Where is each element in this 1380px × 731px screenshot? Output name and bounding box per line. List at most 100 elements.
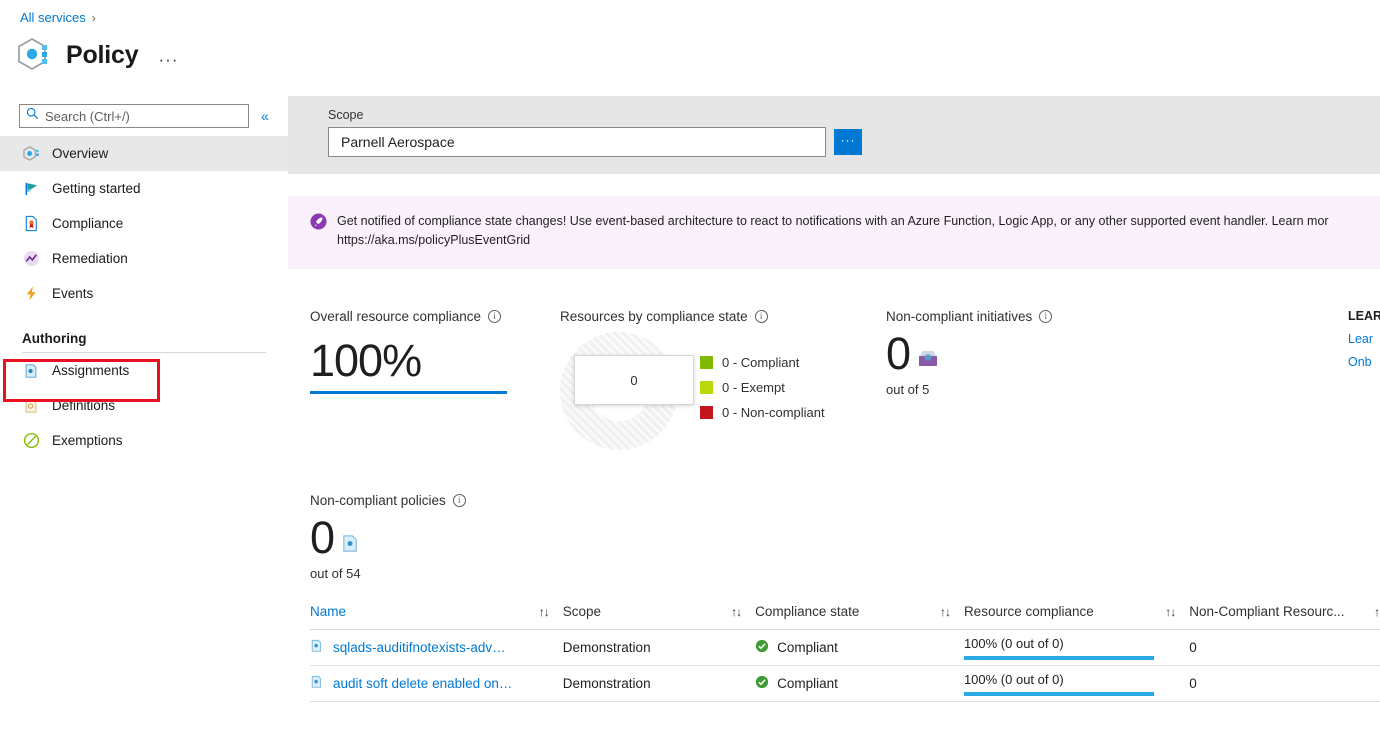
sidebar-item-label: Remediation <box>52 251 128 266</box>
tile-title: Overall resource compliance <box>310 309 482 324</box>
sort-icon[interactable]: ↑↓ <box>1374 605 1380 619</box>
exemption-icon <box>22 432 40 450</box>
sidebar-item-label: Compliance <box>52 216 124 231</box>
cell-non-compliant-resources: 0 <box>1189 629 1380 666</box>
legend-swatch-exempt <box>700 381 713 394</box>
sort-icon[interactable]: ↑↓ <box>1165 605 1189 619</box>
event-grid-notification-banner: Get notified of compliance state changes… <box>288 196 1380 269</box>
initiatives-value: 0 <box>886 328 912 379</box>
page-more-menu-button[interactable]: ··· <box>158 50 178 74</box>
column-header-compliance-state[interactable]: Compliance state ↑↓ <box>755 604 964 630</box>
sidebar-item-overview[interactable]: Overview <box>0 136 288 171</box>
state-label: Compliant <box>777 640 838 655</box>
assignment-name-link[interactable]: sqlads-auditifnotexists-advan… <box>333 640 513 655</box>
column-header-resource-compliance[interactable]: Resource compliance ↑↓ <box>963 604 1190 630</box>
sidebar-item-remediation[interactable]: Remediation <box>0 241 288 276</box>
overall-compliance-value: 100% <box>310 335 422 386</box>
definition-icon <box>22 397 40 415</box>
tile-header: Non-compliant policies i <box>310 493 570 508</box>
column-header-scope[interactable]: Scope ↑↓ <box>562 604 756 630</box>
policy-overview-icon <box>22 145 40 163</box>
tile-title: Non-compliant initiatives <box>886 309 1033 324</box>
scope-input-row: Parnell Aerospace ··· <box>328 127 1380 157</box>
sidebar-item-label: Getting started <box>52 181 141 196</box>
learn-more-panel: LEAR Lear Onb <box>1348 309 1380 369</box>
azure-policy-overview-page: All services › Policy ··· Search (Ctrl+/… <box>0 0 1380 731</box>
policy-doc-icon <box>341 534 360 558</box>
remediation-chart-icon <box>22 250 40 268</box>
info-icon[interactable]: i <box>754 310 768 323</box>
tile-non-compliant-initiatives: Non-compliant initiatives i 0 out of 5 <box>886 309 1146 397</box>
learn-more-link[interactable]: Lear <box>1348 332 1380 346</box>
legend-swatch-non-compliant <box>700 406 713 419</box>
legend-label: 0 - Exempt <box>722 380 785 395</box>
tile-header: Resources by compliance state i <box>560 309 880 324</box>
table-row[interactable]: audit soft delete enabled on … Demonstra… <box>310 665 1380 702</box>
column-header-non-compliant-resources[interactable]: Non-Compliant Resourc... ↑↓ <box>1189 604 1380 630</box>
cell-non-compliant-resources: 0 <box>1189 665 1380 702</box>
sort-icon[interactable]: ↑↓ <box>940 605 964 619</box>
main-content: Scope Parnell Aerospace ··· Get notified… <box>288 96 1380 731</box>
sidebar-search-row: Search (Ctrl+/) « <box>0 96 288 136</box>
sidebar-item-events[interactable]: Events <box>0 276 288 311</box>
info-icon[interactable]: i <box>488 310 502 323</box>
tile-non-compliant-policies: Non-compliant policies i 0 out of 54 <box>310 493 570 581</box>
legend-item-exempt[interactable]: 0 - Exempt <box>700 375 825 400</box>
policy-assignment-icon <box>310 675 324 692</box>
tile-overall-resource-compliance: Overall resource compliance i 100% <box>310 309 530 394</box>
state-label: Compliant <box>777 676 838 691</box>
metrics-tiles: Overall resource compliance i 100% Resou… <box>288 309 1380 459</box>
compliance-document-icon <box>22 215 40 233</box>
tile-header: Non-compliant initiatives i <box>886 309 1146 324</box>
scope-bar: Scope Parnell Aerospace ··· <box>288 96 1380 174</box>
resource-compliance-text: 100% (0 out of 0) <box>963 635 1064 651</box>
assignments-table-wrap: Name ↑↓ Scope ↑↓ Compliance state ↑↓ Res… <box>310 604 1380 702</box>
tile-title: Non-compliant policies <box>310 493 446 508</box>
sidebar-item-exemptions[interactable]: Exemptions <box>0 423 288 458</box>
cell-resource-compliance: 100% (0 out of 0) <box>963 629 1190 666</box>
column-label: Scope <box>562 604 602 619</box>
info-icon[interactable]: i <box>452 494 466 507</box>
search-input[interactable]: Search (Ctrl+/) <box>19 104 249 128</box>
info-icon[interactable]: i <box>1039 310 1053 323</box>
legend-label: 0 - Non-compliant <box>722 405 825 420</box>
column-header-name[interactable]: Name ↑↓ <box>310 604 563 630</box>
onboarding-link[interactable]: Onb <box>1348 355 1380 369</box>
breadcrumb-separator-icon: › <box>91 10 96 25</box>
cell-resource-compliance: 100% (0 out of 0) <box>963 665 1190 702</box>
cell-name: audit soft delete enabled on … <box>310 665 563 702</box>
initiative-icon <box>917 347 939 374</box>
initiatives-value-row: 0 <box>886 328 1146 379</box>
sidebar-section-authoring: Authoring <box>22 331 87 346</box>
banner-text: Get notified of compliance state changes… <box>337 214 1329 248</box>
legend-item-compliant[interactable]: 0 - Compliant <box>700 350 825 375</box>
legend-item-non-compliant[interactable]: 0 - Non-compliant <box>700 400 825 425</box>
table-header-row: Name ↑↓ Scope ↑↓ Compliance state ↑↓ Res… <box>310 604 1380 630</box>
cell-name: sqlads-auditifnotexists-advan… <box>310 629 563 666</box>
check-circle-icon <box>755 639 769 656</box>
sidebar-item-definitions[interactable]: Definitions <box>0 388 288 423</box>
cell-compliance-state: Compliant <box>755 665 964 702</box>
scope-input[interactable]: Parnell Aerospace <box>328 127 826 157</box>
cell-compliance-state: Compliant <box>755 629 964 666</box>
policy-hexagon-icon <box>18 36 54 74</box>
sidebar-item-label: Assignments <box>52 363 130 378</box>
column-label: Non-Compliant Resourc... <box>1189 604 1345 619</box>
legend-swatch-compliant <box>700 356 713 369</box>
table-row[interactable]: sqlads-auditifnotexists-advan… Demonstra… <box>310 629 1380 666</box>
sidebar-item-assignments[interactable]: Assignments <box>0 353 288 388</box>
scope-label: Scope <box>328 108 364 122</box>
sort-icon[interactable]: ↑↓ <box>731 605 755 619</box>
learn-more-heading: LEAR <box>1348 309 1380 323</box>
tile-resources-by-compliance-state: Resources by compliance state i 0 0 - Co… <box>560 309 880 450</box>
policies-value: 0 <box>310 512 336 563</box>
assignment-name-link[interactable]: audit soft delete enabled on … <box>333 676 513 691</box>
column-label[interactable]: Name <box>310 604 346 619</box>
sort-icon[interactable]: ↑↓ <box>539 605 563 619</box>
compliance-donut-chart[interactable]: 0 <box>560 332 696 450</box>
scope-browse-button[interactable]: ··· <box>834 129 862 155</box>
breadcrumb-all-services[interactable]: All services <box>20 10 86 25</box>
sidebar-item-getting-started[interactable]: Getting started <box>0 171 288 206</box>
sidebar-collapse-button[interactable]: « <box>257 109 273 123</box>
sidebar-item-compliance[interactable]: Compliance <box>0 206 288 241</box>
